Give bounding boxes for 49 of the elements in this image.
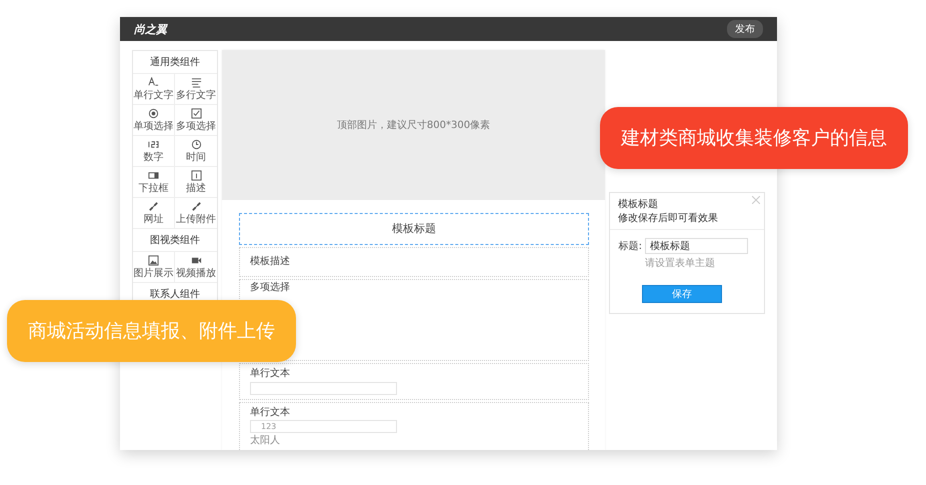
field-label: 标题: bbox=[618, 240, 642, 253]
section-title: 通用类组件 bbox=[133, 51, 217, 74]
callout-tooltip: 商城活动信息填报、附件上传 bbox=[7, 300, 296, 362]
time-icon bbox=[190, 139, 202, 150]
component-item[interactable]: 数字 bbox=[133, 136, 175, 167]
field-label: 多项选择 bbox=[250, 282, 290, 294]
video-icon bbox=[190, 255, 202, 266]
image-icon bbox=[148, 255, 159, 266]
field-label: 单行文本 bbox=[250, 406, 290, 418]
description-block[interactable]: 模板描述 bbox=[239, 247, 589, 277]
input-field[interactable]: 123 bbox=[250, 420, 397, 433]
link-icon bbox=[148, 201, 159, 212]
panel-subtitle: 修改保存后即可看效果 bbox=[618, 212, 719, 225]
component-item[interactable]: 多项选择 bbox=[175, 105, 217, 136]
component-item[interactable]: 网址 bbox=[133, 198, 175, 229]
form-title: 模板标题 bbox=[392, 222, 436, 236]
field-note: 太阳人 bbox=[250, 435, 280, 446]
component-item[interactable]: 单行文字 bbox=[133, 74, 175, 105]
component-item[interactable]: 视频播放 bbox=[175, 252, 217, 283]
form-description: 模板描述 bbox=[250, 256, 290, 268]
close-icon[interactable] bbox=[752, 196, 760, 204]
logo: 尚之翼 bbox=[134, 22, 167, 36]
publish-button[interactable]: 发布 bbox=[727, 20, 763, 38]
component-item[interactable]: 描述 bbox=[175, 167, 217, 198]
component-item[interactable]: 下拉框 bbox=[133, 167, 175, 198]
panel-title: 模板标题 bbox=[618, 198, 659, 211]
title-input[interactable]: 模板标题 bbox=[645, 238, 748, 254]
number-icon bbox=[148, 139, 159, 150]
callout-tooltip: 建材类商城收集装修客户的信息 bbox=[600, 107, 908, 169]
info-icon bbox=[190, 170, 202, 181]
field-label: 单行文本 bbox=[250, 368, 290, 380]
component-item[interactable]: 时间 bbox=[175, 136, 217, 167]
header-image-placeholder[interactable]: 顶部图片，建议尺寸800*300像素 bbox=[222, 50, 605, 200]
component-item[interactable]: 单项选择 bbox=[133, 105, 175, 136]
multi-text-icon bbox=[190, 77, 202, 88]
component-item[interactable]: 多行文字 bbox=[175, 74, 217, 105]
field-hint: 请设置表单主题 bbox=[645, 256, 716, 270]
component-item[interactable]: 图片展示 bbox=[133, 252, 175, 283]
text-field-block[interactable]: 单行文本 bbox=[239, 363, 589, 400]
dropdown-icon bbox=[148, 170, 159, 181]
single-text-icon bbox=[148, 77, 159, 88]
component-item[interactable]: 上传附件 bbox=[175, 198, 217, 229]
title-block[interactable]: 模板标题 bbox=[239, 213, 589, 245]
text-field-block[interactable]: 单行文本 123 太阳人 bbox=[239, 402, 589, 450]
placeholder-text: 顶部图片，建议尺寸800*300像素 bbox=[336, 118, 490, 132]
input-field[interactable] bbox=[250, 382, 397, 394]
section-title: 图视类组件 bbox=[133, 229, 217, 252]
checkbox-icon bbox=[190, 108, 202, 119]
radio-icon bbox=[148, 108, 159, 119]
